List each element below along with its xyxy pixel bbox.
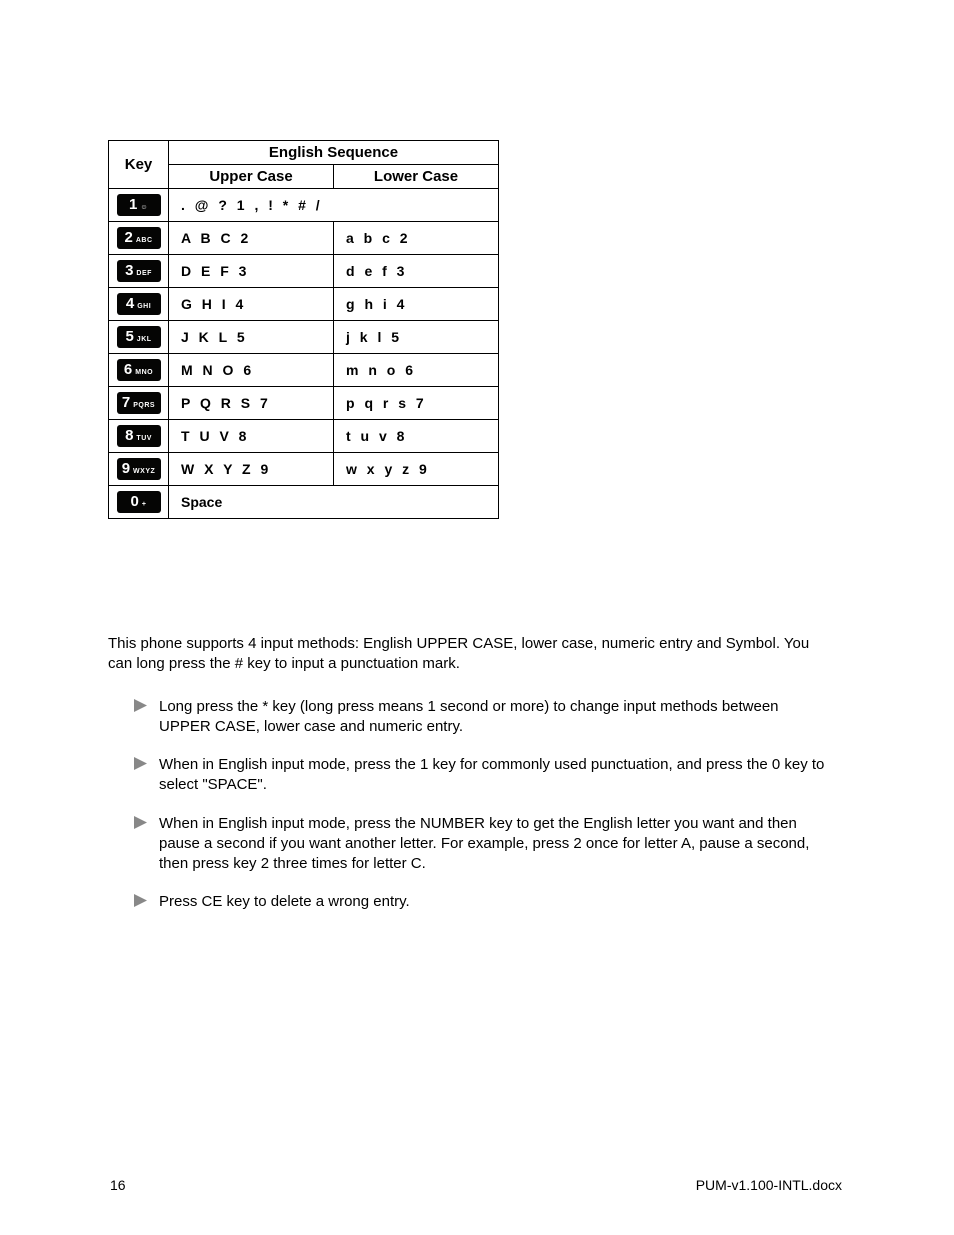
- keycap-cell: 8TUV: [109, 420, 169, 453]
- lower-case-cell: d e f 3: [334, 255, 499, 288]
- keycap-cell: 2 ABC: [109, 222, 169, 255]
- table-row: 1☺ . @ ? 1 , ! * # /: [109, 189, 499, 222]
- keycap-digit: 9: [122, 459, 130, 479]
- keycap-icon: 7PQRS: [117, 392, 161, 414]
- list-item: When in English input mode, press the 1 …: [108, 755, 828, 796]
- upper-case-cell: P Q R S 7: [169, 387, 334, 420]
- table-header-sequence: English Sequence: [169, 141, 499, 165]
- keycap-digit: 0: [131, 492, 139, 512]
- bullet-triangle-icon: [134, 894, 147, 907]
- table-header-lower: Lower Case: [334, 165, 499, 189]
- keycap-digit: 2: [124, 228, 132, 248]
- list-item-text: Press CE key to delete a wrong entry.: [159, 892, 828, 912]
- upper-case-cell: A B C 2: [169, 222, 334, 255]
- upper-case-cell: M N O 6: [169, 354, 334, 387]
- table-row: 0+ Space: [109, 486, 499, 519]
- list-item-text: Long press the * key (long press means 1…: [159, 697, 828, 738]
- keycap-cell: 0+: [109, 486, 169, 519]
- keycap-icon: 9WXYZ: [117, 458, 161, 480]
- keycap-cell: 9WXYZ: [109, 453, 169, 486]
- keycap-cell: 3DEF: [109, 255, 169, 288]
- keycap-icon: 2 ABC: [117, 227, 161, 249]
- sequence-cell: Space: [169, 486, 499, 519]
- lower-case-cell: j k l 5: [334, 321, 499, 354]
- table-row: 3DEF D E F 3d e f 3: [109, 255, 499, 288]
- table-row: 5 JKL J K L 5j k l 5: [109, 321, 499, 354]
- keycap-digit: 8: [125, 426, 133, 446]
- intro-paragraph: This phone supports 4 input methods: Eng…: [108, 634, 828, 675]
- keycap-cell: 4GHI: [109, 288, 169, 321]
- upper-case-cell: D E F 3: [169, 255, 334, 288]
- keycap-digit: 5: [125, 327, 133, 347]
- lower-case-cell: m n o 6: [334, 354, 499, 387]
- table-header-key: Key: [109, 141, 169, 189]
- instruction-list: Long press the * key (long press means 1…: [108, 697, 828, 913]
- keycap-sublabel: WXYZ: [133, 468, 155, 475]
- keycap-cell: 5 JKL: [109, 321, 169, 354]
- keycap-sublabel: ☺: [140, 204, 148, 211]
- keycap-sublabel: GHI: [137, 303, 151, 310]
- keycap-sublabel: ABC: [136, 237, 153, 244]
- sequence-cell: . @ ? 1 , ! * # /: [169, 189, 499, 222]
- table-row: 6MNO M N O 6m n o 6: [109, 354, 499, 387]
- table-row: 7PQRS P Q R S 7p q r s 7: [109, 387, 499, 420]
- keycap-cell: 1☺: [109, 189, 169, 222]
- keycap-icon: 6MNO: [117, 359, 161, 381]
- keycap-icon: 1☺: [117, 194, 161, 216]
- lower-case-cell: w x y z 9: [334, 453, 499, 486]
- lower-case-cell: a b c 2: [334, 222, 499, 255]
- page-number: 16: [110, 1177, 126, 1193]
- list-item: When in English input mode, press the NU…: [108, 814, 828, 875]
- keycap-icon: 4GHI: [117, 293, 161, 315]
- keycap-icon: 8TUV: [117, 425, 161, 447]
- keycap-icon: 3DEF: [117, 260, 161, 282]
- keycap-digit: 3: [125, 261, 133, 281]
- keycap-cell: 6MNO: [109, 354, 169, 387]
- bullet-triangle-icon: [134, 699, 147, 712]
- keycap-sublabel: TUV: [136, 435, 152, 442]
- upper-case-cell: J K L 5: [169, 321, 334, 354]
- key-sequence-table: Key English Sequence Upper Case Lower Ca…: [108, 140, 499, 519]
- keycap-digit: 6: [124, 360, 132, 380]
- lower-case-cell: g h i 4: [334, 288, 499, 321]
- keycap-sublabel: +: [142, 501, 147, 508]
- table-header-upper: Upper Case: [169, 165, 334, 189]
- list-item-text: When in English input mode, press the 1 …: [159, 755, 828, 796]
- keycap-digit: 7: [122, 393, 130, 413]
- keycap-digit: 4: [126, 294, 134, 314]
- lower-case-cell: p q r s 7: [334, 387, 499, 420]
- upper-case-cell: G H I 4: [169, 288, 334, 321]
- keycap-sublabel: PQRS: [133, 402, 155, 409]
- list-item-text: When in English input mode, press the NU…: [159, 814, 828, 875]
- upper-case-cell: W X Y Z 9: [169, 453, 334, 486]
- keycap-digit: 1: [129, 195, 137, 215]
- keycap-cell: 7PQRS: [109, 387, 169, 420]
- table-row: 4GHI G H I 4g h i 4: [109, 288, 499, 321]
- document-filename: PUM-v1.100-INTL.docx: [696, 1177, 842, 1193]
- keycap-icon: 5 JKL: [117, 326, 161, 348]
- list-item: Long press the * key (long press means 1…: [108, 697, 828, 738]
- bullet-triangle-icon: [134, 757, 147, 770]
- table-row: 9WXYZ W X Y Z 9w x y z 9: [109, 453, 499, 486]
- keycap-sublabel: JKL: [137, 336, 152, 343]
- lower-case-cell: t u v 8: [334, 420, 499, 453]
- table-row: 8TUV T U V 8t u v 8: [109, 420, 499, 453]
- keycap-sublabel: DEF: [136, 270, 152, 277]
- upper-case-cell: T U V 8: [169, 420, 334, 453]
- table-row: 2 ABC A B C 2a b c 2: [109, 222, 499, 255]
- bullet-triangle-icon: [134, 816, 147, 829]
- keycap-icon: 0+: [117, 491, 161, 513]
- list-item: Press CE key to delete a wrong entry.: [108, 892, 828, 912]
- keycap-sublabel: MNO: [135, 369, 153, 376]
